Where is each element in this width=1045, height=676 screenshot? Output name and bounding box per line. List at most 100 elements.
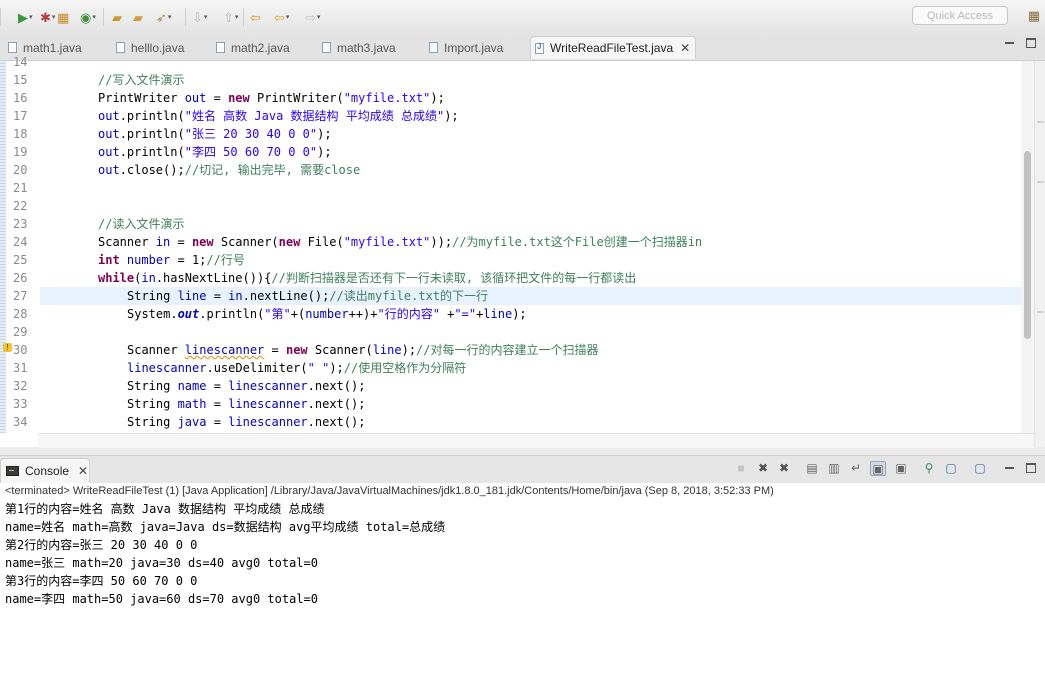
code-line[interactable]: 19 out.println("李四 50 60 70 0 0"); [0,143,1021,161]
main-toolbar: ▶ ▾ ✱ ▾ ▦ ◉ ▾ ▰ ▰ ➶ ▾ ⇩ ▾ ⇧ ▾ ⇦ ⇦ ▾ ⇨ ▾ Quick Access ▦ [0,0,1045,34]
back-icon[interactable]: ⇦ ▾ [274,7,289,27]
code-token: String [127,379,178,393]
dropdown-caret-icon[interactable]: ▾ [317,14,321,21]
code-editor[interactable]: 14 15 //写入文件演示 16 PrintWriter out = new Prin… [0,55,1045,448]
close-icon[interactable]: ✕ [78,464,88,478]
maximize-console-icon[interactable] [1026,463,1036,473]
code-token: new [278,235,301,249]
code-token: ); [317,127,332,141]
code-token: PrintWriter [98,91,185,105]
code-token: line [483,307,513,321]
debug-icon[interactable]: ✱ ▾ [40,7,55,27]
open-type-icon[interactable]: ▰ [112,7,122,27]
code-line[interactable]: 28 System.out.println("第"+(number++)+"行的内… [0,305,1021,323]
line-number: 30 [13,343,28,357]
code-token: Scanner( [213,235,279,249]
code-line[interactable]: 20 out.close();//切记, 输出完毕, 需要close [0,161,1021,179]
java-perspective-icon[interactable]: ▦ [1026,8,1042,24]
dropdown-caret-icon[interactable]: ▾ [286,14,290,21]
open-folder-icon[interactable]: ▰ [133,7,143,27]
editor-horizontal-scrollbar[interactable] [38,433,1034,448]
code-line[interactable]: 27 String line = in.nextLine();//读出myfile… [13,287,1021,305]
code-line[interactable]: 17 out.println("姓名 高数 Java 数据结构 平均成绩 总成绩"… [0,107,1021,125]
console-output[interactable]: <terminated> WriteReadFileTest (1) [Java… [0,483,1045,676]
code-token: = 1; [170,253,207,267]
show-on-stdout-icon[interactable]: ▣ [870,461,886,476]
java-file-icon [216,42,225,53]
code-text: out.println("姓名 高数 Java 数据结构 平均成绩 总成绩"); [98,107,459,125]
code-token: = [264,343,286,357]
code-token: Scanner( [307,343,373,357]
dropdown-caret-icon[interactable]: ▾ [168,14,172,21]
forward-icon[interactable]: ⇨ ▾ [305,7,320,27]
code-token: out [177,307,200,321]
code-line[interactable]: 16 PrintWriter out = new PrintWriter("myf… [0,89,1021,107]
code-token: while [98,271,135,285]
next-annotation-icon[interactable]: ⇩ ▾ [192,7,207,27]
last-edit-icon[interactable]: ⇦ [250,7,261,27]
code-line[interactable]: 29 [0,323,1021,341]
minimize-editor-icon[interactable] [1005,42,1014,44]
code-text: //读入文件演示 [98,215,184,233]
console-tab[interactable]: Console ✕ [0,458,90,483]
run-icon[interactable]: ▶ ▾ [18,7,33,27]
quick-access-field[interactable]: Quick Access [912,6,1008,25]
prev-annotation-icon[interactable]: ⇧ ▾ [223,7,238,27]
dropdown-caret-icon[interactable]: ▾ [92,14,96,21]
code-line[interactable]: 25 int number = 1;//行号 [0,251,1021,269]
open-console-icon[interactable]: ▢ [972,461,988,476]
code-token: out [98,163,120,177]
code-token: in [141,271,156,285]
maximize-editor-icon[interactable] [1026,38,1036,48]
open-task-icon[interactable]: ➶ ▾ [156,7,171,27]
code-line[interactable]: 24 Scanner in = new Scanner(new File("myf… [0,233,1021,251]
line-number: 20 [13,163,28,177]
code-token: .println( [199,307,265,321]
editor-vertical-scrollbar[interactable] [1021,61,1034,433]
new-class-icon[interactable]: ◉ ▾ [80,7,96,27]
terminate-icon[interactable]: ■ [733,461,749,476]
code-token: "张三 20 30 40 0 0" [184,127,318,141]
code-token: = [170,235,192,249]
new-package-icon[interactable]: ▦ [57,7,69,27]
code-text: Scanner linescanner = new Scanner(line);… [127,341,599,359]
dropdown-caret-icon[interactable]: ▾ [52,14,56,21]
overview-ruler[interactable] [1034,61,1045,447]
code-line[interactable]: 15 //写入文件演示 [0,71,1021,89]
line-number: 24 [13,235,28,249]
code-line[interactable]: 14 [0,53,1021,71]
display-console-icon[interactable]: ▢ [943,461,959,476]
java-file-icon [429,42,438,53]
code-line[interactable]: 22 [0,197,1021,215]
clear-console-icon[interactable]: ▤ [804,461,820,476]
code-line[interactable]: 23 //读入文件演示 [0,215,1021,233]
code-token: out [184,91,207,105]
code-line[interactable]: 34 String java = linescanner.next(); [0,413,1021,431]
dropdown-caret-icon[interactable]: ▾ [29,14,33,21]
code-token: linescanner [228,397,308,411]
code-line[interactable]: 26 while(in.hasNextLine()){//判断扫描器是否还有下一行… [0,269,1021,287]
minimize-console-icon[interactable] [1005,467,1014,469]
code-line[interactable]: 18 out.println("张三 20 30 40 0 0"); [0,125,1021,143]
code-line[interactable]: 31 linescanner.useDelimiter(" ");//使用空格作为… [0,359,1021,377]
editor-scroll-thumb[interactable] [1024,151,1031,339]
console-view-header: Console ✕ [0,455,1045,484]
remove-all-terminated-icon[interactable]: ✖ [776,461,792,476]
code-line[interactable]: 21 [0,179,1021,197]
toolbar-separator [103,8,104,26]
line-number: 31 [13,361,28,375]
code-token: "myfile.txt" [343,235,431,249]
dropdown-caret-icon[interactable]: ▾ [204,14,208,21]
code-token: String [127,289,178,303]
remove-launch-icon[interactable]: ✖ [755,461,771,476]
pin-console-icon[interactable]: ⚲ [921,461,937,476]
code-line[interactable]: 30! Scanner linescanner = new Scanner(lin… [0,341,1021,359]
code-line[interactable]: 33 String math = linescanner.next(); [0,395,1021,413]
dropdown-caret-icon[interactable]: ▾ [235,14,239,21]
scroll-lock-icon[interactable]: ▥ [826,461,842,476]
word-wrap-icon[interactable]: ↵ [848,461,864,476]
show-on-stderr-icon[interactable]: ▣ [893,461,909,476]
code-line[interactable]: 32 String name = linescanner.next(); [0,377,1021,395]
warning-icon[interactable]: ! [3,343,12,352]
console-icon [6,466,19,476]
